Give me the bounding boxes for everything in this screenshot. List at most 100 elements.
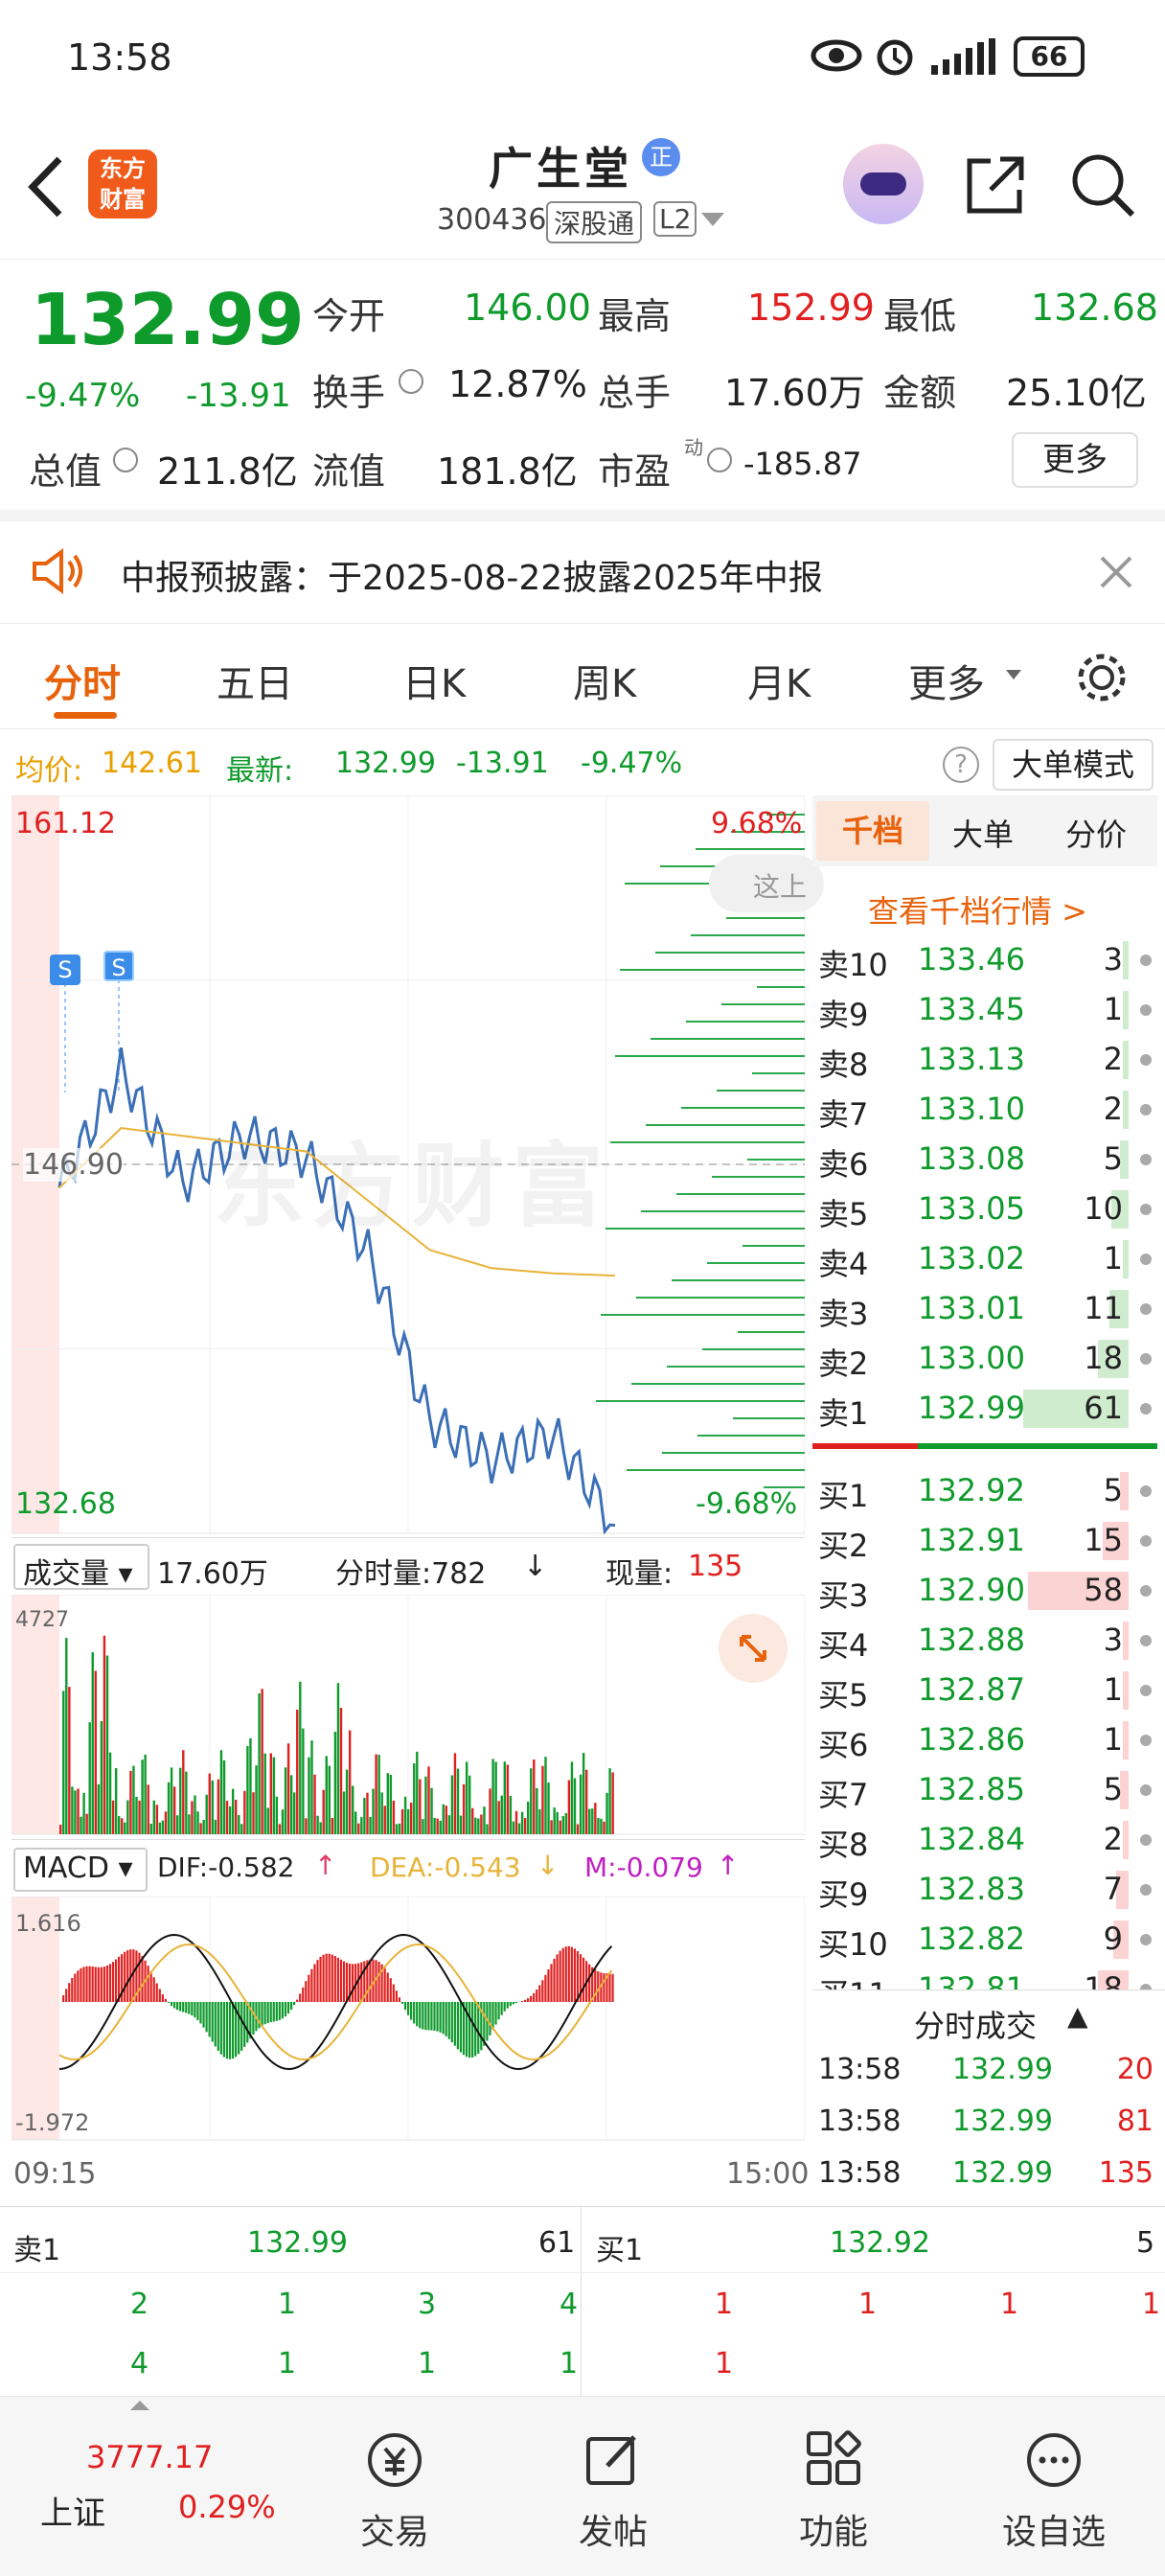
index-ticker[interactable]: 3777.17 上证 0.29% — [38, 2397, 276, 2576]
sell-order-row[interactable]: 卖4 133.02 1 — [812, 1234, 1157, 1284]
tab-price-dist[interactable]: 分价 — [1065, 811, 1127, 855]
level-tag: L2 — [653, 201, 697, 237]
volume-bar — [345, 1769, 349, 1834]
macd-bar — [266, 2002, 269, 2023]
status-dot — [1140, 1535, 1152, 1547]
macd-bar — [65, 1989, 68, 2002]
nav-functions[interactable]: 功能 — [747, 2397, 920, 2576]
assistant-robot-icon[interactable] — [843, 144, 924, 224]
trend-hint[interactable]: 这上 — [709, 855, 824, 912]
big-order-mode-button[interactable]: 大单模式 — [993, 739, 1154, 791]
tab-intraday[interactable]: 分时 — [44, 653, 121, 708]
volume-bar — [85, 1813, 88, 1834]
sell-order-row[interactable]: 卖3 133.01 11 — [812, 1284, 1157, 1334]
search-icon[interactable] — [1069, 151, 1136, 218]
tab-five-day[interactable]: 五日 — [217, 653, 293, 708]
gear-icon[interactable] — [1073, 649, 1131, 706]
queue-buy-qty: 5 — [1136, 2226, 1155, 2260]
volume-bar — [100, 1720, 103, 1834]
macd-bar — [80, 1967, 82, 2002]
volume-bar — [422, 1819, 424, 1834]
help-icon[interactable]: ? — [943, 747, 979, 783]
buy-order-row[interactable]: 买10 132.82 9 — [812, 1915, 1157, 1965]
volume-bar — [536, 1787, 538, 1834]
volume-bar — [447, 1815, 451, 1834]
sell-order-row[interactable]: 卖9 133.45 1 — [812, 985, 1157, 1035]
nav-post[interactable]: 发帖 — [527, 2397, 699, 2576]
tab-depth[interactable]: 千档 — [816, 801, 929, 861]
macd-bar — [68, 1983, 71, 2002]
view-depth-link[interactable]: 查看千档行情 > — [868, 887, 1087, 932]
buy-order-row[interactable]: 买1 132.92 5 — [812, 1466, 1157, 1516]
volume-bar — [68, 1687, 71, 1834]
signal-marker[interactable]: S — [50, 954, 80, 985]
volume-bar — [325, 1756, 328, 1834]
ticks-header[interactable]: 分时成交 ▲ — [812, 1990, 1165, 2047]
volume-chart[interactable]: 4727 — [11, 1594, 806, 1839]
macd-bar — [196, 2002, 199, 2020]
sell-order-row[interactable]: 卖2 133.00 18 — [812, 1334, 1157, 1384]
macd-bar — [413, 2002, 416, 2024]
change-abs: -13.91 — [186, 377, 291, 415]
share-icon[interactable] — [962, 151, 1029, 218]
info-icon[interactable] — [113, 448, 138, 472]
volume-bar — [225, 1801, 229, 1834]
battery-icon: 66 — [1014, 36, 1085, 77]
macd-selector[interactable]: MACD ▾ — [13, 1848, 148, 1892]
volume-bar — [533, 1760, 536, 1834]
order-qty: 1 — [1103, 1671, 1123, 1708]
volume-bar — [71, 1786, 74, 1834]
tab-big-order[interactable]: 大单 — [952, 811, 1014, 855]
buy-order-row[interactable]: 买8 132.84 2 — [812, 1815, 1157, 1865]
app-logo[interactable]: 东方 财富 — [88, 150, 157, 218]
buy-order-row[interactable]: 买2 132.91 15 — [812, 1516, 1157, 1566]
buy-order-row[interactable]: 买11 132.81 18 — [812, 1965, 1157, 1990]
sell-order-row[interactable]: 卖8 133.13 2 — [812, 1035, 1157, 1085]
order-qty: 18 — [1084, 1970, 1123, 1990]
buy-order-row[interactable]: 买6 132.86 1 — [812, 1715, 1157, 1765]
sell-order-row[interactable]: 卖7 133.10 2 — [812, 1085, 1157, 1135]
buy-order-row[interactable]: 买3 132.90 58 — [812, 1566, 1157, 1616]
volume-selector[interactable]: 成交量 ▾ — [13, 1544, 149, 1591]
macd-bar — [94, 1966, 97, 2002]
info-icon[interactable] — [707, 448, 732, 472]
dropdown-icon[interactable] — [701, 213, 724, 226]
order-price: 132.90 — [918, 1572, 1025, 1608]
nav-trade[interactable]: 交易 — [308, 2397, 481, 2576]
notice-bar[interactable]: 中报预披露：于2025-08-22披露2025年中报 — [0, 510, 1165, 623]
buy-order-row[interactable]: 买9 132.83 7 — [812, 1865, 1157, 1915]
sell-order-row[interactable]: 卖5 133.05 10 — [812, 1184, 1157, 1234]
macd-bar — [147, 1966, 149, 2002]
macd-bar — [97, 1966, 100, 2002]
buy-order-row[interactable]: 买7 132.85 5 — [812, 1765, 1157, 1815]
tab-more[interactable]: 更多 — [908, 653, 985, 708]
order-level: 卖4 — [818, 1246, 869, 1282]
macd-bar — [188, 2002, 191, 2014]
intraday-chart[interactable]: 161.12 9.68% 146.90 132.68 -9.68% 东方财富 这… — [11, 794, 824, 1543]
queue-item: 1 — [278, 2347, 297, 2380]
sell-order-row[interactable]: 卖10 133.46 3 — [812, 935, 1157, 985]
macd-bar — [331, 1954, 333, 2002]
macd-chart[interactable]: 1.616 -1.972 — [11, 1896, 806, 2144]
back-arrow-icon[interactable] — [25, 153, 67, 220]
tab-weekly-k[interactable]: 周K — [573, 653, 636, 708]
status-dot — [1140, 1834, 1152, 1846]
macd-bar — [114, 1959, 118, 2002]
more-button[interactable]: 更多 — [1012, 432, 1138, 488]
nav-add-watchlist[interactable]: 设自选 — [968, 2397, 1140, 2576]
tab-monthly-k[interactable]: 月K — [747, 653, 811, 708]
signal-marker[interactable]: S — [103, 951, 134, 981]
sell-order-row[interactable]: 卖1 132.99 61 — [812, 1384, 1157, 1434]
order-price: 132.91 — [918, 1522, 1025, 1558]
volume-bar — [240, 1824, 243, 1834]
expand-icon[interactable] — [719, 1614, 788, 1683]
volume-bar — [538, 1809, 541, 1834]
macd-bar — [202, 2002, 205, 2028]
buy-order-row[interactable]: 买5 132.87 1 — [812, 1666, 1157, 1715]
sell-order-row[interactable]: 卖6 133.08 5 — [812, 1135, 1157, 1184]
info-icon[interactable] — [399, 369, 423, 394]
close-icon[interactable] — [1098, 554, 1134, 590]
buy-order-row[interactable]: 买4 132.88 3 — [812, 1616, 1157, 1666]
tab-daily-k[interactable]: 日K — [402, 653, 466, 708]
macd-bar — [88, 1966, 91, 2002]
